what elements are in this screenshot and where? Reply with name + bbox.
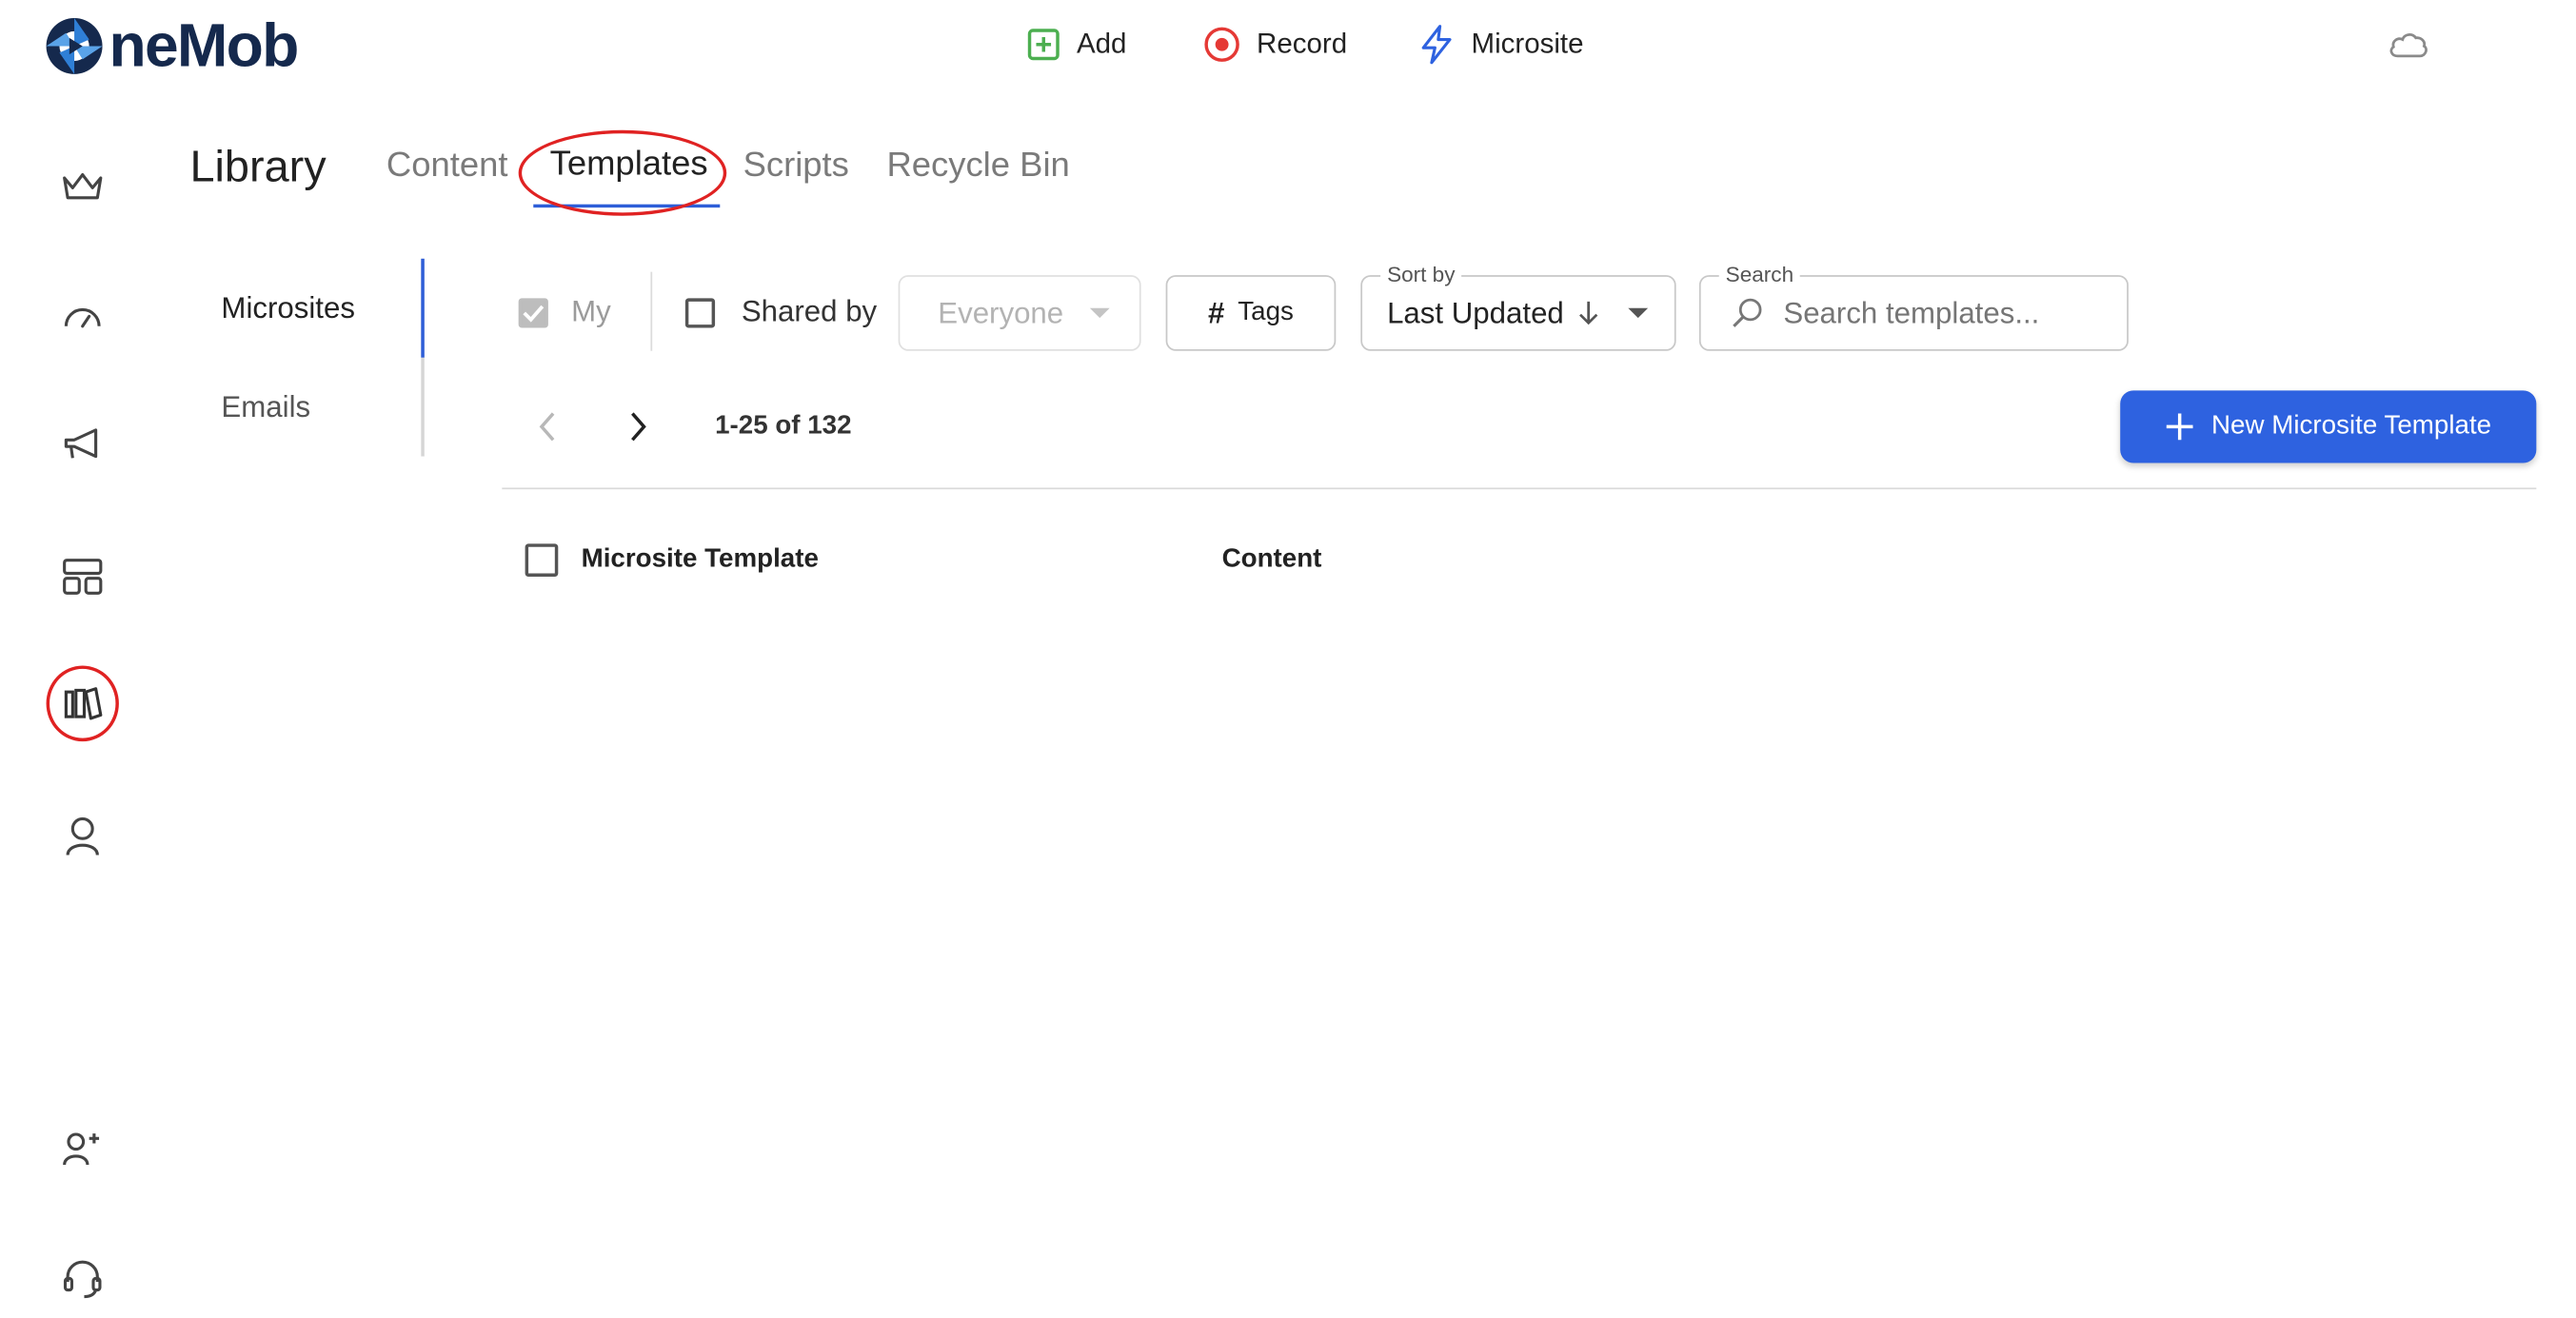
hashtag-icon: # [1208,295,1225,329]
column-header-content[interactable]: Content [1222,545,1322,575]
new-template-label: New Microsite Template [2211,411,2492,441]
page-title: Library [189,141,327,191]
record-icon [1204,27,1239,62]
plus-icon [2167,413,2193,441]
search-label: Search [1718,262,1801,287]
salesforce-cloud-button[interactable] [2386,28,2428,69]
shared-by-filter[interactable]: Shared by [684,294,878,329]
chevron-right-icon [631,412,646,442]
chevron-left-icon [539,412,555,442]
microsite-label: Microsite [1471,28,1584,60]
tab-templates-underline [533,204,721,208]
sort-by-label: Sort by [1380,262,1462,287]
search-input[interactable] [1779,294,2101,332]
prev-page-button[interactable] [532,408,565,453]
filter-separator [650,271,653,351]
user-icon [66,816,99,856]
nav-profile[interactable] [50,804,115,870]
cloud-icon [2389,33,2427,58]
library-icon [64,687,103,720]
column-header-microsite-template[interactable]: Microsite Template [582,545,819,575]
tags-label: Tags [1238,298,1294,326]
toolbar-divider [502,487,2537,490]
nav-dashboard[interactable] [50,284,115,349]
select-all-checkbox[interactable] [525,543,559,577]
sort-by-value: Last Updated [1387,295,1564,329]
new-microsite-template-button[interactable]: New Microsite Template [2120,390,2537,463]
next-page-button[interactable] [621,408,654,453]
sort-by-select[interactable]: Sort by Last Updated [1360,262,1676,351]
logo-text: neMob [109,11,299,80]
add-button[interactable]: Add [1027,20,1127,69]
subnav-item-emails[interactable]: Emails [221,390,310,424]
add-square-icon [1027,29,1060,61]
crown-icon [63,172,103,200]
my-checkbox[interactable] [518,297,548,327]
nav-layouts[interactable] [50,543,115,609]
my-label: My [571,294,611,328]
speedometer-icon [64,307,101,328]
search-field[interactable]: Search [1698,262,2129,351]
nav-support[interactable] [50,1246,115,1311]
pagination-range: 1-25 of 132 [715,411,852,441]
layout-icon [63,559,103,595]
chevron-down-icon [1089,307,1110,319]
search-icon [1733,298,1762,327]
lightning-icon [1421,25,1452,65]
add-user-icon [63,1132,100,1166]
microsite-button[interactable]: Microsite [1418,20,1584,69]
arrow-down-icon [1579,301,1598,325]
headset-icon [63,1260,102,1299]
add-label: Add [1076,28,1127,60]
tab-templates[interactable]: Templates [550,145,708,185]
shared-by-value: Everyone [938,295,1064,329]
chevron-down-icon [1628,307,1649,319]
nav-invite-user[interactable] [50,1115,115,1181]
nav-crown[interactable] [50,153,115,219]
check-icon [523,304,545,322]
select-all-box[interactable] [525,543,559,577]
tags-button[interactable]: # Tags [1165,275,1337,351]
shared-by-checkbox[interactable] [684,297,716,327]
onemob-logo[interactable]: neMob [43,11,299,80]
record-button[interactable]: Record [1204,20,1348,69]
subnav-active-indicator [421,258,425,358]
nav-campaigns[interactable] [50,412,115,478]
megaphone-icon [64,428,98,459]
nav-library[interactable] [50,671,115,737]
tab-content[interactable]: Content [386,147,508,187]
tab-scripts[interactable]: Scripts [743,147,849,187]
logo-shutter-icon [46,18,103,74]
shared-by-select[interactable]: Everyone [898,275,1141,351]
my-filter[interactable]: My [518,294,611,329]
shared-by-label: Shared by [741,294,878,328]
subnav-item-microsites[interactable]: Microsites [221,291,355,325]
tab-recycle-bin[interactable]: Recycle Bin [886,147,1069,187]
record-label: Record [1257,28,1348,60]
